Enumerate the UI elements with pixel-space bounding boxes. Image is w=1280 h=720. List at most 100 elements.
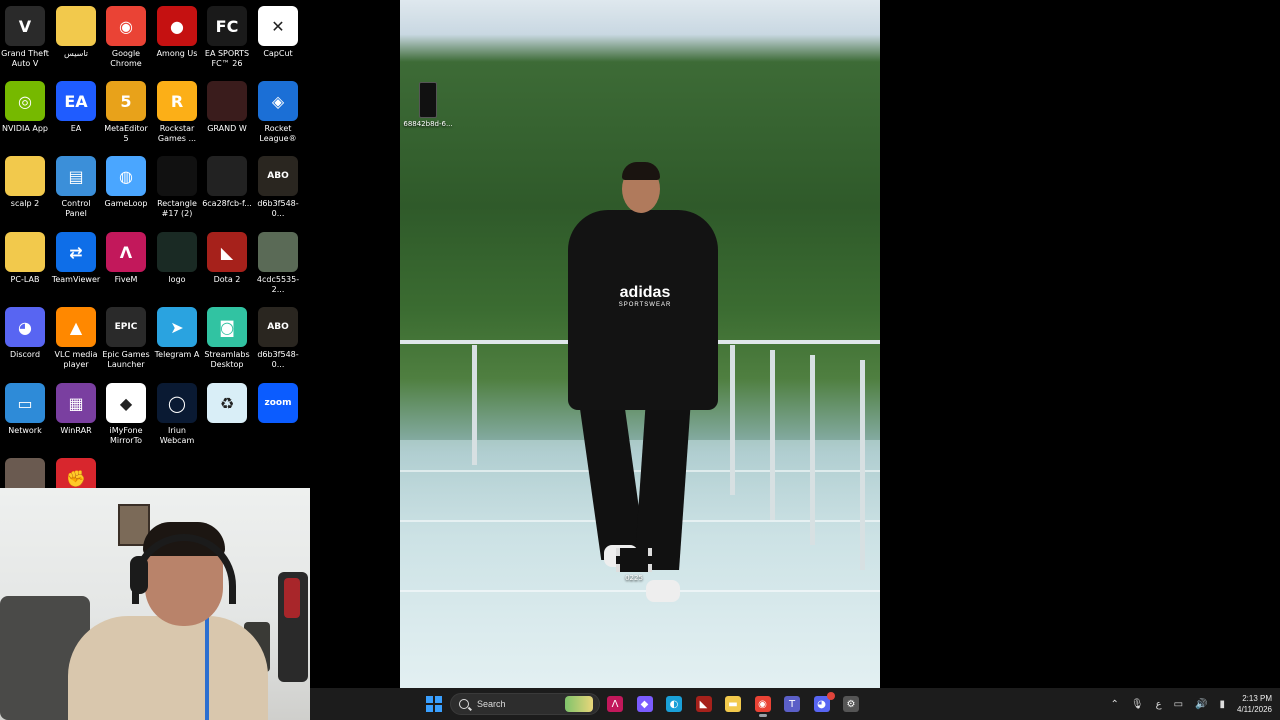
discord-taskbar-button[interactable]: ◕ <box>809 692 835 716</box>
zoom-icon: zoom <box>258 383 298 423</box>
phone-image-file-icon <box>419 82 437 118</box>
desktop-icon-label: WinRAR <box>60 426 92 435</box>
image-file-icon <box>258 232 298 272</box>
desktop-icon-winrar[interactable]: ▦ WinRAR <box>51 383 101 436</box>
desktop-icon-image-file[interactable]: logo <box>152 232 202 285</box>
desktop-icon-iriun[interactable]: ◯ Iriun Webcam <box>152 383 202 446</box>
desktop-icon-folder[interactable]: PC-LAB <box>0 232 50 285</box>
desktop-icon-capcut[interactable]: ✕ CapCut <box>253 6 303 59</box>
desktop-icon-epic-games[interactable]: EPIC Epic Games Launcher <box>101 307 151 370</box>
fc26-icon: FC <box>207 6 247 46</box>
clock-time: 2:13 PM <box>1242 694 1272 703</box>
steam-settings-icon: ⚙ <box>843 696 859 712</box>
desktop-icon-label: d6b3f548-0... <box>257 350 299 369</box>
desktop-icon-nvidia[interactable]: ◎ NVIDIA App <box>0 81 50 134</box>
folder-icon <box>5 232 45 272</box>
battery-icon[interactable]: ▮ <box>1219 699 1225 710</box>
steam-settings-taskbar-button[interactable]: ⚙ <box>838 692 864 716</box>
desktop-icon-among-us[interactable]: ● Among Us <box>152 6 202 59</box>
image-file-icon <box>207 156 247 196</box>
desktop-icon-label: Rocket League® <box>259 124 297 143</box>
desktop-icon-telegram[interactable]: ➤ Telegram A <box>152 307 202 360</box>
wallpaper-glass-seam <box>400 590 880 592</box>
desktop-icon-ea[interactable]: EA EA <box>51 81 101 134</box>
desktop-icon-label: Google Chrome <box>110 49 142 68</box>
among-us-icon: ● <box>157 6 197 46</box>
desktop-icon-image-file[interactable]: ABO d6b3f548-0... <box>253 307 303 370</box>
desktop-icon-fc26[interactable]: FC EA SPORTS FC™ 26 <box>202 6 252 69</box>
desktop-icon-folder[interactable]: scalp 2 <box>0 156 50 209</box>
desktop-icon-image-file[interactable]: 4cdc5535-2... <box>253 232 303 295</box>
desktop-icon-image-file[interactable]: ABO d6b3f548-0... <box>253 156 303 219</box>
desktop-icon-discord[interactable]: ◕ Discord <box>0 307 50 360</box>
desktop-icon-grand-w[interactable]: GRAND W <box>202 81 252 134</box>
desktop-icon-rockstar[interactable]: R Rockstar Games ... <box>152 81 202 144</box>
copilot-icon: ◆ <box>636 696 653 712</box>
desktop-icon-label: Dota 2 <box>213 275 241 284</box>
gta-v-icon: V <box>5 6 45 46</box>
nvidia-icon: ◎ <box>5 81 45 121</box>
folder-icon <box>5 156 45 196</box>
desktop-icon-image-file[interactable]: Rectangle #17 (2) <box>152 156 202 219</box>
chrome-taskbar-button[interactable]: ◉ <box>750 692 776 717</box>
desktop-icon-label: FiveM <box>114 275 138 284</box>
language-indicator[interactable]: ع <box>1156 699 1162 710</box>
desktop-icon-dota2[interactable]: ◣ Dota 2 <box>202 232 252 285</box>
desktop-icon-folder[interactable]: تاسيس <box>51 6 101 59</box>
fivem-taskbar-button[interactable]: Λ <box>602 692 628 716</box>
microphone-icon[interactable]: 🎙 <box>1131 699 1144 710</box>
desktop-icon-fivem[interactable]: Λ FiveM <box>101 232 151 285</box>
desktop-icon-label: scalp 2 <box>10 199 40 208</box>
desktop-icon-teamviewer[interactable]: ⇄ TeamViewer <box>51 232 101 285</box>
image-file-icon <box>157 156 197 196</box>
webcam-overlay <box>0 488 310 720</box>
desktop-icon-image-file[interactable]: 6ca28fcb-f... <box>202 156 252 209</box>
chevron-up-icon[interactable]: ⌃ <box>1111 699 1119 710</box>
desktop-icon-control-panel[interactable]: ▤ Control Panel <box>51 156 101 219</box>
desktop-icon-chrome[interactable]: ◉ Google Chrome <box>101 6 151 69</box>
fivem-icon: Λ <box>607 696 623 712</box>
image-file-icon: ABO <box>258 156 298 196</box>
file-explorer-taskbar-button[interactable]: ▬ <box>720 692 746 716</box>
teams-icon: T <box>784 696 800 712</box>
desktop-icon-vlc[interactable]: ▲ VLC media player <box>51 307 101 370</box>
monitor-icon[interactable]: ▭ <box>1174 699 1183 710</box>
start-button[interactable] <box>421 692 447 716</box>
recycle-bin-icon: ♻ <box>207 383 247 423</box>
telegram-icon: ➤ <box>157 307 197 347</box>
teams-taskbar-button[interactable]: T <box>779 692 805 716</box>
volume-icon[interactable]: 🔊 <box>1195 699 1207 710</box>
desktop-icon-metaeditor[interactable]: 5 MetaEditor 5 <box>101 81 151 144</box>
desktop-icon-label: Telegram A <box>154 350 200 359</box>
desktop-icon-zoom[interactable]: zoom <box>253 383 303 426</box>
taskbar-search-box[interactable]: Search <box>450 693 600 715</box>
clock-date: 4/11/2026 <box>1237 705 1272 714</box>
desktop-icon-label: Iriun Webcam <box>159 426 195 445</box>
webcam-chair-accent <box>284 578 300 618</box>
desktop-wallpaper: adidas SPORTSWEAR 68842b8d-6... 0225 <box>400 0 880 688</box>
desktop-icon-gameloop[interactable]: ◍ GameLoop <box>101 156 151 209</box>
grand-w-icon <box>207 81 247 121</box>
desktop-icon-streamlabs[interactable]: ◙ Streamlabs Desktop <box>202 307 252 370</box>
desktop-icon-gta-v[interactable]: V Grand Theft Auto V <box>0 6 50 69</box>
desktop-icon-recycle-bin[interactable]: ♻ <box>202 383 252 426</box>
desktop-icon-network[interactable]: ▭ Network <box>0 383 50 436</box>
taskbar-clock[interactable]: 2:13 PM 4/11/2026 <box>1237 693 1272 715</box>
network-icon: ▭ <box>5 383 45 423</box>
search-placeholder: Search <box>477 699 506 709</box>
copilot-taskbar-button[interactable]: ◆ <box>632 692 658 716</box>
desktop-file-68842b8d[interactable]: 68842b8d-6... <box>400 82 456 128</box>
fivem-icon: Λ <box>106 232 146 272</box>
dota2-taskbar-button[interactable]: ◣ <box>691 692 717 716</box>
desktop-icon-label: Streamlabs Desktop <box>204 350 250 369</box>
edge-taskbar-button[interactable]: ◐ <box>661 692 687 716</box>
desktop-icon-mirrorto[interactable]: ◆ iMyFone MirrorTo <box>101 383 151 446</box>
control-panel-icon: ▤ <box>56 156 96 196</box>
winrar-icon: ▦ <box>56 383 96 423</box>
desktop-icon-label: PC-LAB <box>10 275 40 284</box>
desktop-icon-rocket-league[interactable]: ◈ Rocket League® <box>253 81 303 144</box>
desktop-file-0225[interactable]: 0225 <box>606 548 662 582</box>
ea-icon: EA <box>56 81 96 121</box>
desktop-icon-label: iMyFone MirrorTo <box>109 426 143 445</box>
dota2-icon: ◣ <box>695 696 712 712</box>
